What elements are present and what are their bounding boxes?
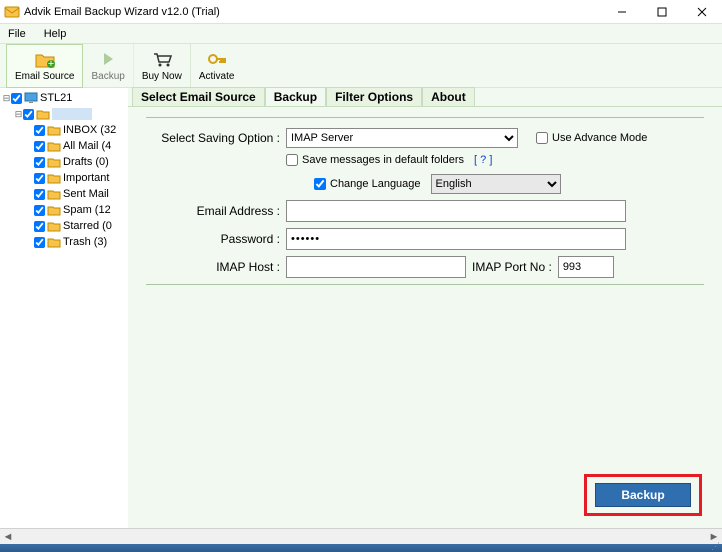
tab-select-source[interactable]: Select Email Source	[132, 87, 265, 106]
tree-folder-label: INBOX (32	[63, 124, 116, 136]
folder-icon	[47, 156, 61, 168]
toolbar-email-source-label: Email Source	[15, 71, 74, 82]
backup-form: Select Saving Option : IMAP Server Use A…	[128, 107, 722, 528]
folder-icon	[47, 220, 61, 232]
advance-mode-check[interactable]: Use Advance Mode	[536, 132, 647, 144]
folder-icon	[36, 108, 50, 120]
tree-folder-check[interactable]	[34, 157, 45, 168]
collapse-icon[interactable]: ⊟	[2, 94, 11, 103]
tree-folder-label: Starred (0	[63, 220, 112, 232]
folder-icon	[47, 188, 61, 200]
backup-button[interactable]: Backup	[595, 483, 691, 507]
menu-file[interactable]: File	[8, 28, 26, 40]
tree-folder-label: Drafts (0)	[63, 156, 109, 168]
minimize-button[interactable]	[602, 0, 642, 24]
svg-text:+: +	[48, 58, 54, 68]
toolbar-activate[interactable]: Activate	[191, 44, 243, 88]
tree-root-label: STL21	[40, 92, 72, 104]
imap-host-label: IMAP Host :	[146, 260, 286, 274]
toolbar-buy-now-label: Buy Now	[142, 71, 182, 82]
language-select[interactable]: English	[431, 174, 561, 194]
tree-folder-label: Sent Mail	[63, 188, 109, 200]
folder-icon	[47, 172, 61, 184]
save-default-check[interactable]: Save messages in default folders	[286, 154, 464, 166]
toolbar-buy-now[interactable]: Buy Now	[134, 44, 191, 88]
menu-help[interactable]: Help	[44, 28, 67, 40]
tree-folder-label: Important	[63, 172, 109, 184]
status-bar	[0, 544, 722, 552]
tree-account-check[interactable]	[23, 109, 34, 120]
tab-about[interactable]: About	[422, 87, 475, 106]
toolbar-backup-label: Backup	[91, 71, 124, 82]
tree-folder-label: Trash (3)	[63, 236, 107, 248]
email-input[interactable]	[286, 200, 626, 222]
tree-folder-check[interactable]	[34, 205, 45, 216]
tree-folder[interactable]: Sent Mail	[2, 186, 128, 202]
key-icon	[206, 50, 228, 71]
tab-backup[interactable]: Backup	[265, 87, 326, 106]
tree-folder[interactable]: INBOX (32	[2, 122, 128, 138]
tree-folder[interactable]: All Mail (4	[2, 138, 128, 154]
folder-icon	[47, 204, 61, 216]
toolbar-backup[interactable]: Backup	[83, 44, 133, 88]
folder-icon	[47, 236, 61, 248]
tree-account-label	[52, 108, 92, 120]
tree-root[interactable]: ⊟ STL21	[2, 90, 128, 106]
folder-icon	[47, 140, 61, 152]
resize-grip[interactable]: ⋰	[711, 541, 720, 552]
tree-folder[interactable]: Important	[2, 170, 128, 186]
password-label: Password :	[146, 232, 286, 246]
help-link[interactable]: [ ? ]	[474, 154, 492, 166]
tree-folder-label: All Mail (4	[63, 140, 111, 152]
tree-root-check[interactable]	[11, 93, 22, 104]
folder-icon	[47, 124, 61, 136]
toolbar-email-source[interactable]: + Email Source	[6, 44, 83, 88]
folder-tree[interactable]: ⊟ STL21 ⊟ INBOX (32 All Mail (4 Drafts (0)…	[0, 88, 128, 528]
window-title: Advik Email Backup Wizard v12.0 (Trial)	[24, 6, 602, 18]
tree-folder-check[interactable]	[34, 125, 45, 136]
tree-folder-label: Spam (12	[63, 204, 111, 216]
main-panel: Select Email Source Backup Filter Option…	[128, 88, 722, 528]
change-language-check[interactable]: Change Language	[314, 178, 421, 190]
tree-folder-check[interactable]	[34, 189, 45, 200]
toolbar-activate-label: Activate	[199, 71, 235, 82]
play-icon	[99, 50, 117, 71]
app-icon	[4, 4, 20, 20]
imap-port-input[interactable]	[558, 256, 614, 278]
imap-host-input[interactable]	[286, 256, 466, 278]
backup-highlight: Backup	[584, 474, 702, 516]
tree-folder-check[interactable]	[34, 141, 45, 152]
cart-icon	[151, 50, 173, 71]
horizontal-scrollbar[interactable]: ◄ ►	[0, 528, 722, 544]
email-label: Email Address :	[146, 204, 286, 218]
saving-option-select[interactable]: IMAP Server	[286, 128, 518, 148]
saving-option-label: Select Saving Option :	[146, 131, 286, 145]
tree-account[interactable]: ⊟	[2, 106, 128, 122]
maximize-button[interactable]	[642, 0, 682, 24]
tree-folder[interactable]: Drafts (0)	[2, 154, 128, 170]
collapse-icon[interactable]: ⊟	[14, 110, 23, 119]
tree-folder[interactable]: Starred (0	[2, 218, 128, 234]
tree-folder[interactable]: Trash (3)	[2, 234, 128, 250]
tab-filter[interactable]: Filter Options	[326, 87, 422, 106]
tree-folder[interactable]: Spam (12	[2, 202, 128, 218]
password-input[interactable]: ••••••	[286, 228, 626, 250]
scroll-left-icon[interactable]: ◄	[0, 531, 16, 543]
menubar: File Help	[0, 24, 722, 44]
toolbar: + Email Source Backup Buy Now Activate	[0, 44, 722, 88]
computer-icon	[24, 92, 38, 104]
tab-strip: Select Email Source Backup Filter Option…	[128, 88, 722, 106]
folder-add-icon: +	[34, 50, 56, 71]
tree-folder-check[interactable]	[34, 237, 45, 248]
titlebar: Advik Email Backup Wizard v12.0 (Trial)	[0, 0, 722, 24]
tree-folder-check[interactable]	[34, 173, 45, 184]
imap-port-label: IMAP Port No :	[466, 260, 558, 274]
close-button[interactable]	[682, 0, 722, 24]
tree-folder-check[interactable]	[34, 221, 45, 232]
